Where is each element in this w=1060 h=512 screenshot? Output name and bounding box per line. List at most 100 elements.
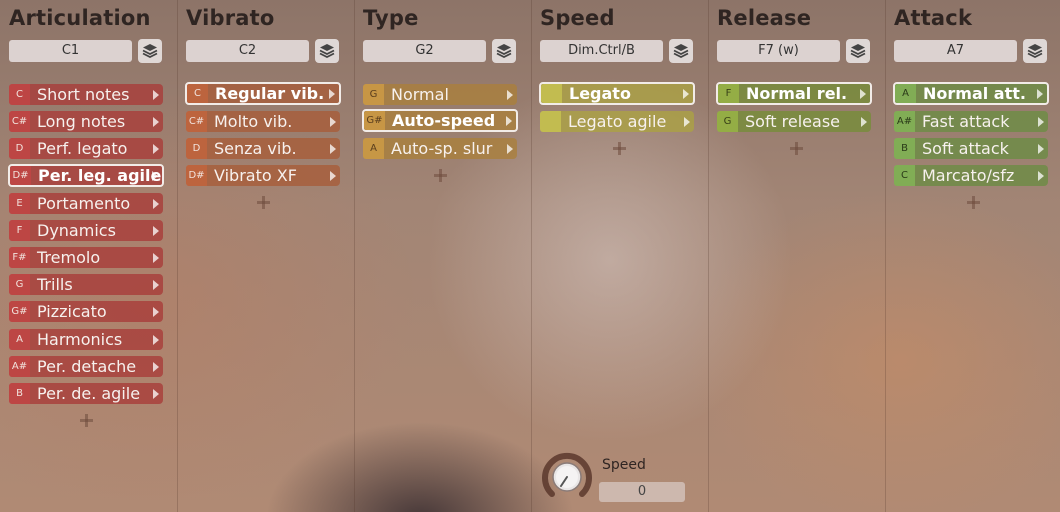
list-item[interactable]: B Per. de. agile [9, 383, 163, 404]
arrow-right-icon[interactable] [153, 198, 159, 209]
column-type: Type G2 G Normal G# Auto-speed A Auto-sp. s… [354, 0, 532, 512]
list-item-selected[interactable]: Legato [539, 82, 695, 105]
key-badge: F [718, 84, 739, 103]
arrow-right-icon[interactable] [1038, 143, 1044, 154]
arrow-right-icon[interactable] [506, 115, 512, 126]
column-vibrato: Vibrato C2 C Regular vib. C# Molto vib. DS… [177, 0, 355, 512]
layers-button[interactable] [1023, 39, 1047, 63]
arrow-right-icon[interactable] [330, 116, 336, 127]
arrow-right-icon[interactable] [153, 225, 159, 236]
key-badge: D [186, 138, 207, 159]
list-item[interactable]: C Marcato/sfz [894, 165, 1048, 186]
list-item[interactable]: G Trills [9, 274, 163, 295]
list-item[interactable]: A Auto-sp. slur [363, 138, 517, 159]
list-item[interactable]: D# Vibrato XF [186, 165, 340, 186]
knob-icon [542, 452, 592, 497]
key-badge: C [187, 84, 208, 103]
item-label: Regular vib. [215, 84, 325, 103]
trigger-selector[interactable]: G2 [363, 40, 486, 62]
trigger-selector[interactable]: Dim.Ctrl/B [540, 40, 663, 62]
arrow-right-icon[interactable] [330, 170, 336, 181]
list-item[interactable]: G Normal [363, 84, 517, 105]
trigger-selector[interactable]: A7 [894, 40, 1017, 62]
add-item-icon[interactable] [967, 196, 980, 209]
item-label: Per. de. agile [37, 384, 141, 403]
list-item[interactable]: C# Molto vib. [186, 111, 340, 132]
key-badge: D# [10, 166, 31, 185]
list-item-selected[interactable]: C Regular vib. [185, 82, 341, 105]
add-item-icon[interactable] [257, 196, 270, 209]
add-item-icon[interactable] [790, 142, 803, 155]
arrow-right-icon[interactable] [153, 143, 159, 154]
speed-value-field[interactable]: 0 [599, 482, 685, 502]
list-item[interactable]: E Portamento [9, 193, 163, 214]
arrow-right-icon[interactable] [153, 388, 159, 399]
layers-button[interactable] [669, 39, 693, 63]
layers-button[interactable] [138, 39, 162, 63]
trigger-selector[interactable]: F7 (w) [717, 40, 840, 62]
list-item[interactable]: B Soft attack [894, 138, 1048, 159]
speed-knob[interactable] [542, 452, 592, 502]
list-item[interactable]: C Short notes [9, 84, 163, 105]
item-label: Senza vib. [214, 139, 297, 158]
trigger-selector[interactable]: C2 [186, 40, 309, 62]
layers-button[interactable] [315, 39, 339, 63]
trigger-selector[interactable]: C1 [9, 40, 132, 62]
list-item-selected[interactable]: D# Per. leg. agile [8, 164, 164, 187]
list-item[interactable]: C# Long notes [9, 111, 163, 132]
layers-icon [1027, 44, 1043, 59]
arrow-right-icon[interactable] [153, 279, 159, 290]
list-item[interactable]: D Senza vib. [186, 138, 340, 159]
arrow-right-icon[interactable] [861, 116, 867, 127]
list-item-selected[interactable]: A Normal att. [893, 82, 1049, 105]
list-item[interactable]: Legato agile [540, 111, 694, 132]
arrow-right-icon[interactable] [1038, 116, 1044, 127]
list-item-selected[interactable]: F Normal rel. [716, 82, 872, 105]
key-badge: C [9, 84, 30, 105]
arrow-right-icon[interactable] [152, 170, 158, 181]
add-item-icon[interactable] [613, 142, 626, 155]
arrow-right-icon[interactable] [860, 88, 866, 99]
layers-button[interactable] [492, 39, 516, 63]
layers-icon [673, 44, 689, 59]
list-item-selected[interactable]: G# Auto-speed [362, 109, 518, 132]
arrow-right-icon[interactable] [1038, 170, 1044, 181]
list-item[interactable]: G Soft release [717, 111, 871, 132]
arrow-right-icon[interactable] [1037, 88, 1043, 99]
item-label: Normal rel. [746, 84, 848, 103]
arrow-right-icon[interactable] [153, 89, 159, 100]
add-item-icon[interactable] [80, 414, 93, 427]
key-badge [541, 84, 562, 103]
key-badge: A [895, 84, 916, 103]
arrow-right-icon[interactable] [507, 89, 513, 100]
item-label: Perf. legato [37, 139, 128, 158]
arrow-right-icon[interactable] [153, 306, 159, 317]
key-badge: D [9, 138, 30, 159]
list-item[interactable]: F Dynamics [9, 220, 163, 241]
arrow-right-icon[interactable] [153, 334, 159, 345]
arrow-right-icon[interactable] [153, 116, 159, 127]
list-item[interactable]: A Harmonics [9, 329, 163, 350]
list-item[interactable]: G# Pizzicato [9, 301, 163, 322]
arrow-right-icon[interactable] [330, 143, 336, 154]
layers-button[interactable] [846, 39, 870, 63]
item-label: Dynamics [37, 221, 116, 240]
arrow-right-icon[interactable] [153, 252, 159, 263]
key-badge: A [363, 138, 384, 159]
list-item[interactable]: F# Tremolo [9, 247, 163, 268]
key-badge: B [894, 138, 915, 159]
list-item[interactable]: A# Per. detache [9, 356, 163, 377]
arrow-right-icon[interactable] [683, 88, 689, 99]
arrow-right-icon[interactable] [329, 88, 335, 99]
list-item[interactable]: A# Fast attack [894, 111, 1048, 132]
column-title: Attack [894, 6, 973, 30]
arrow-right-icon[interactable] [507, 143, 513, 154]
list-item[interactable]: D Perf. legato [9, 138, 163, 159]
arrow-right-icon[interactable] [684, 116, 690, 127]
item-label: Molto vib. [214, 112, 293, 131]
arrow-right-icon[interactable] [153, 361, 159, 372]
key-badge: E [9, 193, 30, 214]
item-label: Trills [37, 275, 73, 294]
item-label: Legato [569, 84, 631, 103]
add-item-icon[interactable] [434, 169, 447, 182]
